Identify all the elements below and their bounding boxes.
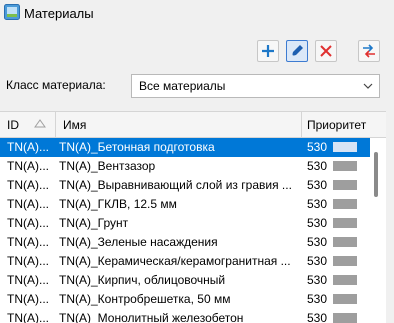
swap-arrows-icon [363,44,375,58]
cell-id: TN(A)... [7,311,49,323]
material-class-value: Все материалы [139,79,226,93]
scrollbar-thumb[interactable] [374,152,378,197]
cell-priority: 530 [307,311,328,323]
edit-button[interactable] [286,40,308,62]
cell-priority: 530 [307,292,328,306]
cell-priority: 530 [307,235,328,249]
priority-bar [333,161,357,171]
cell-id: TN(A)... [7,235,49,249]
transfer-button[interactable] [358,40,380,62]
table-row[interactable]: TN(A)... TN(A)_Вентзазор 530 [0,157,370,176]
cell-id: TN(A)... [7,159,49,173]
priority-bar [333,237,357,247]
table-row[interactable]: TN(A)... TN(A)_Зеленые насаждения 530 [0,233,370,252]
priority-bar [333,199,357,209]
plus-icon [262,45,274,57]
material-class-label: Класс материала: [6,78,106,92]
cell-priority: 530 [307,197,328,211]
cell-id: TN(A)... [7,140,49,154]
table-row[interactable]: TN(A)... TN(A)_Кирпич, облицовочный 530 [0,271,370,290]
window-title: Материалы [24,6,94,21]
add-button[interactable] [257,40,279,62]
table-row[interactable]: TN(A)... TN(A)_Грунт 530 [0,214,370,233]
cell-id: TN(A)... [7,197,49,211]
materials-app-icon [4,4,20,20]
cell-id: TN(A)... [7,292,49,306]
cell-name: TN(A)_Бетонная подготовка [59,140,215,154]
material-class-select[interactable]: Все материалы [131,74,380,98]
close-icon [320,45,332,57]
column-header-priority[interactable]: Приоритет [302,112,386,138]
column-header-name[interactable]: Имя [56,112,302,138]
cell-name: TN(A)_Выравнивающий слой из гравия ... [59,178,292,192]
priority-bar [333,275,357,285]
table-row[interactable]: TN(A)... TN(A)_Бетонная подготовка 530 [0,138,370,157]
priority-bar [333,294,357,304]
cell-id: TN(A)... [7,178,49,192]
cell-id: TN(A)... [7,273,49,287]
table-row[interactable]: TN(A)... TN(A)_Выравнивающий слой из грав… [0,176,370,195]
table-row[interactable]: TN(A)... TN(A)_Монолитный железобетон 530 [0,309,370,323]
priority-bar [333,218,357,228]
cell-priority: 530 [307,178,328,192]
cell-id: TN(A)... [7,216,49,230]
priority-bar [333,256,357,266]
sort-ascending-icon [34,119,46,128]
cell-name: TN(A)_Зеленые насаждения [59,235,218,249]
cell-id: TN(A)... [7,254,49,268]
cell-priority: 530 [307,216,328,230]
pencil-icon [292,45,303,56]
cell-name: TN(A)_Грунт [59,216,129,230]
cell-name: TN(A)_ГКЛВ, 12.5 мм [59,197,177,211]
cell-name: TN(A)_Кирпич, облицовочный [59,273,226,287]
table-row[interactable]: TN(A)... TN(A)_Керамическая/керамогранитн… [0,252,370,271]
column-header-name-label: Имя [63,118,87,132]
cell-name: TN(A)_Вентзазор [59,159,156,173]
chevron-down-icon [363,83,373,89]
cell-name: TN(A)_Контробрешетка, 50 мм [59,292,231,306]
column-header-priority-label: Приоритет [307,118,367,132]
cell-name: TN(A)_Монолитный железобетон [59,311,244,323]
priority-bar [333,180,357,190]
table-row[interactable]: TN(A)... TN(A)_Контробрешетка, 50 мм 530 [0,290,370,309]
priority-bar [333,142,357,152]
cell-priority: 530 [307,140,328,154]
column-header-id-label: ID [7,118,19,132]
column-header-id[interactable]: ID [0,112,56,138]
cell-priority: 530 [307,254,328,268]
cell-priority: 530 [307,159,328,173]
cell-name: TN(A)_Керамическая/керамогранитная ... [59,254,291,268]
cell-priority: 530 [307,273,328,287]
materials-table: ID Имя Приоритет TN(A)... TN(A)_Бетонная … [0,111,386,323]
delete-button[interactable] [315,40,337,62]
vertical-scrollbar[interactable] [370,138,386,323]
table-row[interactable]: TN(A)... TN(A)_ГКЛВ, 12.5 мм 530 [0,195,370,214]
title-bar: Материалы [0,0,394,28]
